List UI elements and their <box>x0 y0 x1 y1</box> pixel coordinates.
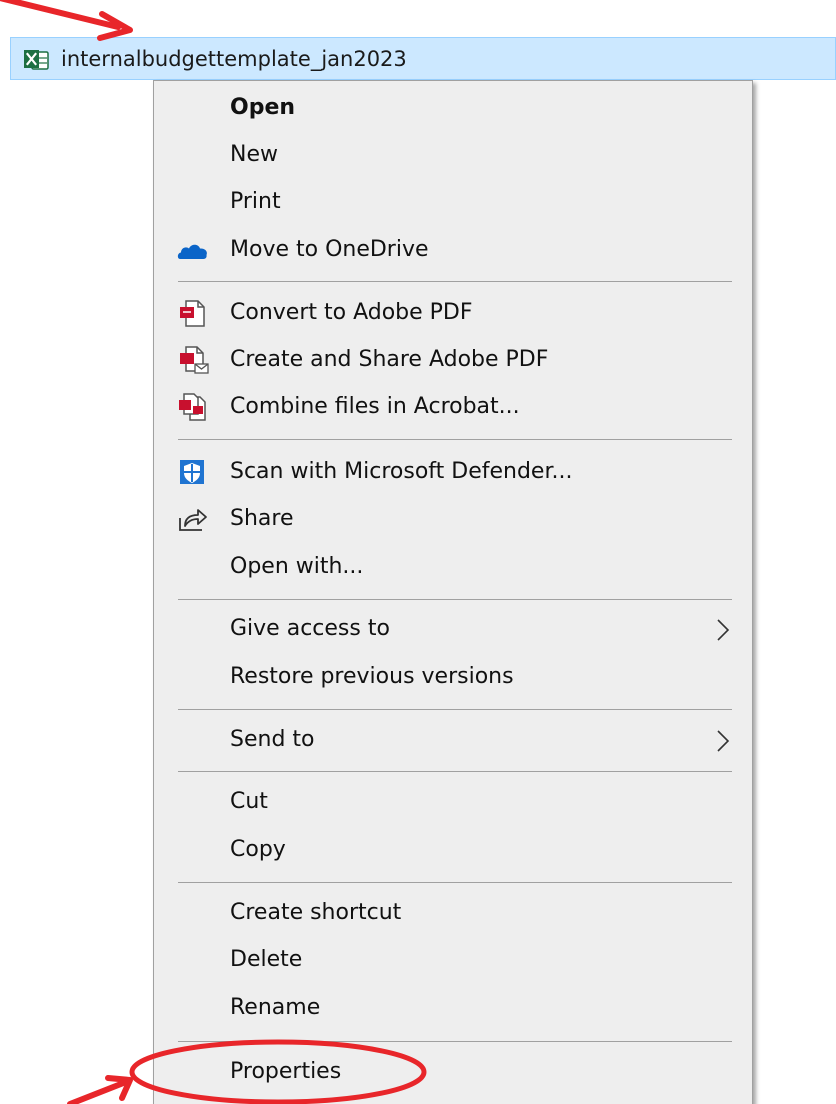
adobe-pdf-share-icon <box>180 346 209 374</box>
menu-item-create-shortcut[interactable]: Create shortcut <box>154 890 752 936</box>
selected-file-row[interactable]: internalbudgettemplate_jan2023 <box>10 37 836 80</box>
menu-item-label: Copy <box>230 837 286 862</box>
menu-separator <box>178 281 732 282</box>
explorer-screenshot: internalbudgettemplate_jan2023 Open New … <box>0 0 836 1104</box>
menu-item-share[interactable]: Share <box>154 496 752 542</box>
menu-item-delete[interactable]: Delete <box>154 937 752 983</box>
menu-separator <box>178 599 732 600</box>
menu-item-rename[interactable]: Rename <box>154 985 752 1031</box>
menu-item-label: Delete <box>230 947 303 972</box>
menu-item-label: Open with... <box>230 554 364 579</box>
onedrive-cloud-icon <box>177 244 207 259</box>
menu-item-label: Send to <box>230 727 315 752</box>
menu-separator <box>178 439 732 440</box>
menu-item-send-to[interactable]: Send to <box>154 717 752 763</box>
menu-item-properties[interactable]: Properties <box>154 1049 752 1095</box>
menu-item-combine-files-in-acrobat[interactable]: Combine files in Acrobat... <box>154 384 752 430</box>
context-menu: Open New Print Move to OneDrive Convert … <box>153 80 753 1104</box>
menu-item-label: Cut <box>230 789 268 814</box>
menu-separator <box>178 709 732 710</box>
menu-item-label: Share <box>230 506 294 531</box>
excel-file-icon <box>24 50 49 70</box>
menu-item-label: Scan with Microsoft Defender... <box>230 459 573 484</box>
menu-item-copy[interactable]: Copy <box>154 827 752 873</box>
annotation-arrow-top <box>0 0 133 41</box>
menu-item-restore-previous-versions[interactable]: Restore previous versions <box>154 654 752 700</box>
menu-item-label: Create shortcut <box>230 900 402 925</box>
menu-item-label: Restore previous versions <box>230 664 514 689</box>
menu-item-scan-with-microsoft-defender[interactable]: Scan with Microsoft Defender... <box>154 449 752 495</box>
menu-item-open[interactable]: Open <box>154 85 752 131</box>
menu-item-move-to-onedrive[interactable]: Move to OneDrive <box>154 227 752 273</box>
menu-item-label: Give access to <box>230 616 390 641</box>
menu-item-label: Create and Share Adobe PDF <box>230 347 549 372</box>
menu-item-label: Open <box>230 95 296 120</box>
menu-item-convert-to-adobe-pdf[interactable]: Convert to Adobe PDF <box>154 290 752 336</box>
adobe-pdf-convert-icon <box>180 300 205 327</box>
menu-item-label: Convert to Adobe PDF <box>230 300 473 325</box>
menu-item-label: Move to OneDrive <box>230 237 429 262</box>
menu-item-label: Properties <box>230 1059 342 1084</box>
file-name: internalbudgettemplate_jan2023 <box>61 47 407 71</box>
menu-item-give-access-to[interactable]: Give access to <box>154 606 752 652</box>
chevron-right-icon <box>717 730 730 752</box>
menu-item-new[interactable]: New <box>154 132 752 178</box>
chevron-right-icon <box>717 619 730 641</box>
defender-shield-icon <box>180 460 204 484</box>
adobe-pdf-combine-icon <box>179 393 206 421</box>
share-icon <box>179 509 207 531</box>
menu-item-create-and-share-adobe-pdf[interactable]: Create and Share Adobe PDF <box>154 337 752 383</box>
menu-separator <box>178 771 732 772</box>
menu-item-label: Combine files in Acrobat... <box>230 394 520 419</box>
menu-item-label: New <box>230 142 278 167</box>
menu-item-print[interactable]: Print <box>154 179 752 225</box>
menu-separator <box>178 882 732 883</box>
menu-item-cut[interactable]: Cut <box>154 779 752 825</box>
menu-item-label: Print <box>230 189 281 214</box>
annotation-arrow-bottom <box>67 1075 133 1104</box>
menu-item-open-with[interactable]: Open with... <box>154 544 752 590</box>
menu-item-label: Rename <box>230 995 321 1020</box>
menu-separator <box>178 1041 732 1042</box>
